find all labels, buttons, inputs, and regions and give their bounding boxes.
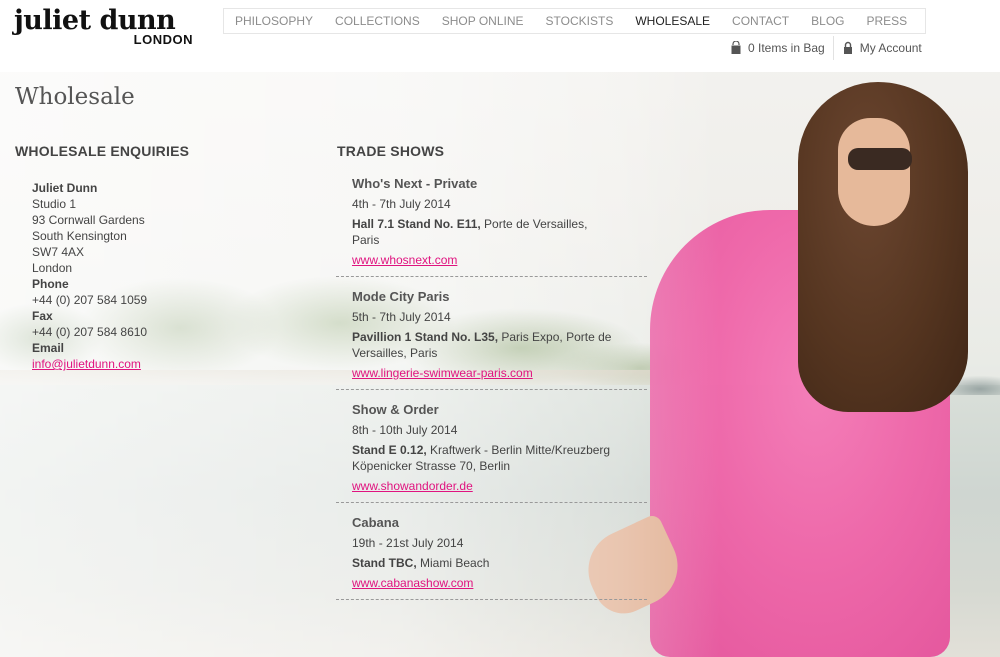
- address-line: Studio 1: [32, 197, 77, 211]
- trade-show-list: Who's Next - Private 4th - 7th July 2014…: [336, 176, 647, 600]
- phone-number: +44 (0) 207 584 1059: [32, 293, 148, 307]
- brand-logo[interactable]: juliet dunn LONDON: [14, 6, 199, 50]
- nav-collections[interactable]: COLLECTIONS: [324, 9, 431, 33]
- show-name: Mode City Paris: [352, 289, 450, 304]
- nav-shop-online[interactable]: SHOP ONLINE: [431, 9, 535, 33]
- show-website-link[interactable]: www.cabanashow.com: [352, 576, 473, 590]
- trade-show-item: Who's Next - Private 4th - 7th July 2014…: [336, 176, 647, 277]
- bag-label: 0 Items in Bag: [748, 41, 825, 55]
- phone-label: Phone: [32, 277, 69, 291]
- contact-address: Juliet Dunn Studio 1 93 Cornwall Gardens…: [32, 180, 315, 372]
- stand-number: Pavillion 1 Stand No. L35,: [352, 330, 499, 344]
- main-nav: PHILOSOPHY COLLECTIONS SHOP ONLINE STOCK…: [223, 8, 926, 34]
- show-website-link[interactable]: www.showandorder.de: [352, 479, 473, 493]
- shopping-bag-icon: [731, 41, 741, 54]
- fax-label: Fax: [32, 309, 53, 323]
- nav-press[interactable]: PRESS: [856, 9, 919, 33]
- show-dates: 8th - 10th July 2014: [352, 423, 458, 437]
- show-name: Show & Order: [352, 402, 439, 417]
- email-label: Email: [32, 341, 65, 355]
- wholesale-enquiries-section: WHOLESALE ENQUIRIES Juliet Dunn Studio 1…: [15, 142, 315, 372]
- show-name: Who's Next - Private: [352, 176, 478, 191]
- show-venue: Hall 7.1 Stand No. E11, Porte de Versail…: [352, 216, 612, 248]
- show-venue: Stand E 0.12, Kraftwerk - Berlin Mitte/K…: [352, 442, 612, 474]
- trade-show-item: Show & Order 8th - 10th July 2014 Stand …: [336, 402, 647, 503]
- show-website-link[interactable]: www.whosnext.com: [352, 253, 457, 267]
- nav-blog[interactable]: BLOG: [800, 9, 855, 33]
- site-header: juliet dunn LONDON PHILOSOPHY COLLECTION…: [0, 0, 1000, 72]
- venue-location: Miami Beach: [416, 556, 490, 570]
- nav-wholesale[interactable]: WHOLESALE: [624, 9, 721, 33]
- account-link[interactable]: My Account: [832, 36, 930, 60]
- enquiries-heading: WHOLESALE ENQUIRIES: [15, 143, 190, 159]
- show-dates: 19th - 21st July 2014: [352, 536, 464, 550]
- show-dates: 4th - 7th July 2014: [352, 197, 451, 211]
- trade-show-item: Cabana 19th - 21st July 2014 Stand TBC, …: [336, 515, 647, 600]
- show-dates: 5th - 7th July 2014: [352, 310, 451, 324]
- show-venue: Stand TBC, Miami Beach: [352, 555, 612, 571]
- lock-icon: [843, 41, 852, 54]
- trade-shows-heading: TRADE SHOWS: [337, 143, 445, 159]
- trade-shows-section: TRADE SHOWS Who's Next - Private 4th - 7…: [336, 142, 647, 608]
- email-link[interactable]: info@julietdunn.com: [32, 357, 141, 371]
- nav-stockists[interactable]: STOCKISTS: [535, 9, 625, 33]
- account-label: My Account: [859, 41, 922, 55]
- show-website-link[interactable]: www.lingerie-swimwear-paris.com: [352, 366, 533, 380]
- bag-link[interactable]: 0 Items in Bag: [722, 36, 833, 60]
- trade-show-item: Mode City Paris 5th - 7th July 2014 Pavi…: [336, 289, 647, 390]
- nav-contact[interactable]: CONTACT: [721, 9, 800, 33]
- utility-bar: 0 Items in Bag My Account: [722, 36, 926, 60]
- contact-name: Juliet Dunn: [32, 181, 98, 195]
- address-line: SW7 4AX: [32, 245, 85, 259]
- brand-city: LONDON: [133, 32, 193, 47]
- address-line: South Kensington: [32, 229, 127, 243]
- show-name: Cabana: [352, 515, 399, 530]
- stand-number: Stand TBC,: [352, 556, 417, 570]
- address-line: 93 Cornwall Gardens: [32, 213, 145, 227]
- address-line: London: [32, 261, 73, 275]
- stand-number: Hall 7.1 Stand No. E11,: [352, 217, 481, 231]
- nav-philosophy[interactable]: PHILOSOPHY: [224, 9, 324, 33]
- page-title: Wholesale: [15, 84, 135, 110]
- stand-number: Stand E 0.12,: [352, 443, 427, 457]
- fax-number: +44 (0) 207 584 8610: [32, 325, 148, 339]
- show-venue: Pavillion 1 Stand No. L35, Paris Expo, P…: [352, 329, 612, 361]
